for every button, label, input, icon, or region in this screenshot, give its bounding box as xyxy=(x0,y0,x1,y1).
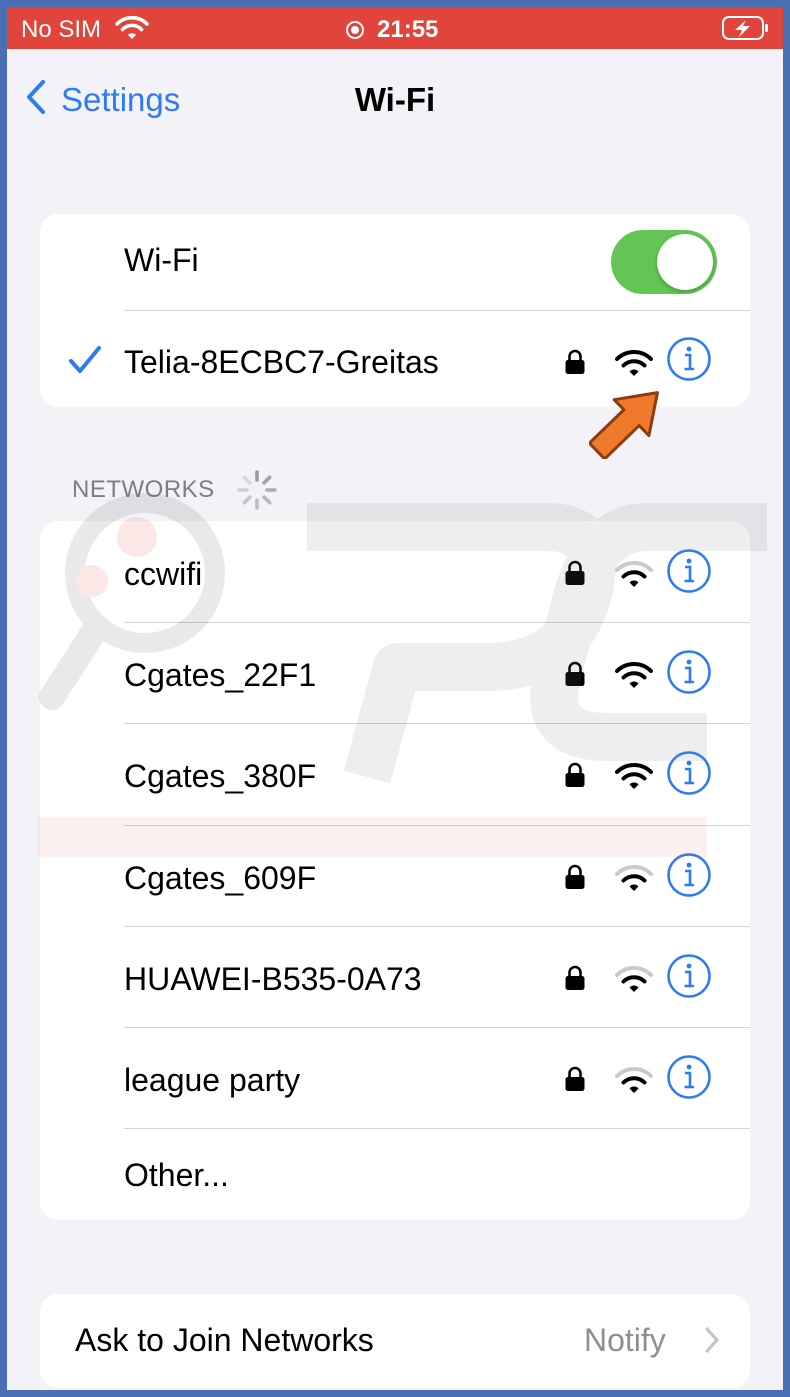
other-network-row[interactable]: Other... xyxy=(40,1128,750,1220)
network-name: HUAWEI-B535-0A73 xyxy=(124,961,422,997)
network-name: ccwifi xyxy=(124,556,203,592)
chevron-right-icon xyxy=(704,1326,720,1359)
network-row[interactable]: HUAWEI-B535-0A73 xyxy=(40,926,750,1027)
wifi-signal-strong-icon xyxy=(614,661,654,694)
checkmark-icon xyxy=(68,345,102,380)
wifi-signal-weak-icon xyxy=(614,560,654,593)
wifi-signal-weak-icon xyxy=(614,864,654,897)
status-time: 21:55 xyxy=(377,16,439,43)
lock-icon xyxy=(564,965,586,996)
carrier-label: No SIM xyxy=(21,16,102,43)
other-network-label: Other... xyxy=(124,1157,229,1193)
navigation-bar: Settings Wi-Fi xyxy=(7,49,783,145)
page-title: Wi-Fi xyxy=(354,81,436,118)
battery-charging-icon xyxy=(722,16,770,45)
network-name: Cgates_380F xyxy=(124,758,317,794)
wifi-icon xyxy=(115,15,149,46)
lock-icon xyxy=(564,864,586,895)
annotation-arrow xyxy=(589,391,659,459)
info-icon[interactable] xyxy=(666,649,712,700)
lock-icon xyxy=(564,560,586,591)
networks-section-header: NETWORKS xyxy=(72,476,215,503)
loading-spinner-icon xyxy=(237,470,277,510)
wifi-signal-weak-icon xyxy=(614,965,654,998)
network-name: league party xyxy=(124,1062,301,1098)
info-icon[interactable] xyxy=(666,852,712,903)
connected-network-name: Telia-8ECBC7-Greitas xyxy=(124,344,439,380)
network-name: Cgates_609F xyxy=(124,860,317,896)
location-icon xyxy=(345,20,365,45)
network-name: Cgates_22F1 xyxy=(124,657,317,693)
wifi-toggle-row: Wi-Fi xyxy=(40,214,750,310)
info-icon[interactable] xyxy=(666,1054,712,1105)
wifi-toggle-label: Wi-Fi xyxy=(124,242,199,278)
ask-to-join-value: Notify xyxy=(584,1322,666,1358)
networks-card: ccwifi Cgates_22F1 Cgates_380F Cgates_609F H… xyxy=(40,521,750,1220)
wifi-signal-weak-icon xyxy=(614,1066,654,1099)
ask-to-join-label: Ask to Join Networks xyxy=(75,1322,374,1358)
network-row[interactable]: league party xyxy=(40,1027,750,1128)
network-row[interactable]: ccwifi xyxy=(40,521,750,622)
screen: No SIM 21:55 Settings Wi-Fi Wi-Fi Telia-… xyxy=(7,7,783,1390)
toggle-knob xyxy=(657,234,713,290)
lock-icon xyxy=(564,1066,586,1097)
ask-to-join-row[interactable]: Ask to Join Networks Notify xyxy=(40,1294,750,1388)
wifi-signal-strong-icon xyxy=(614,762,654,795)
network-row[interactable]: Cgates_380F xyxy=(40,723,750,824)
network-row[interactable]: Cgates_609F xyxy=(40,825,750,926)
info-icon[interactable] xyxy=(666,953,712,1004)
network-row[interactable]: Cgates_22F1 xyxy=(40,622,750,723)
lock-icon xyxy=(564,661,586,692)
lock-icon xyxy=(564,349,586,380)
info-icon[interactable] xyxy=(666,750,712,801)
wifi-toggle-switch[interactable] xyxy=(611,230,717,294)
lock-icon xyxy=(564,762,586,793)
status-bar: No SIM 21:55 xyxy=(7,7,783,49)
info-icon[interactable] xyxy=(666,548,712,599)
wifi-signal-strong-icon xyxy=(614,349,654,382)
